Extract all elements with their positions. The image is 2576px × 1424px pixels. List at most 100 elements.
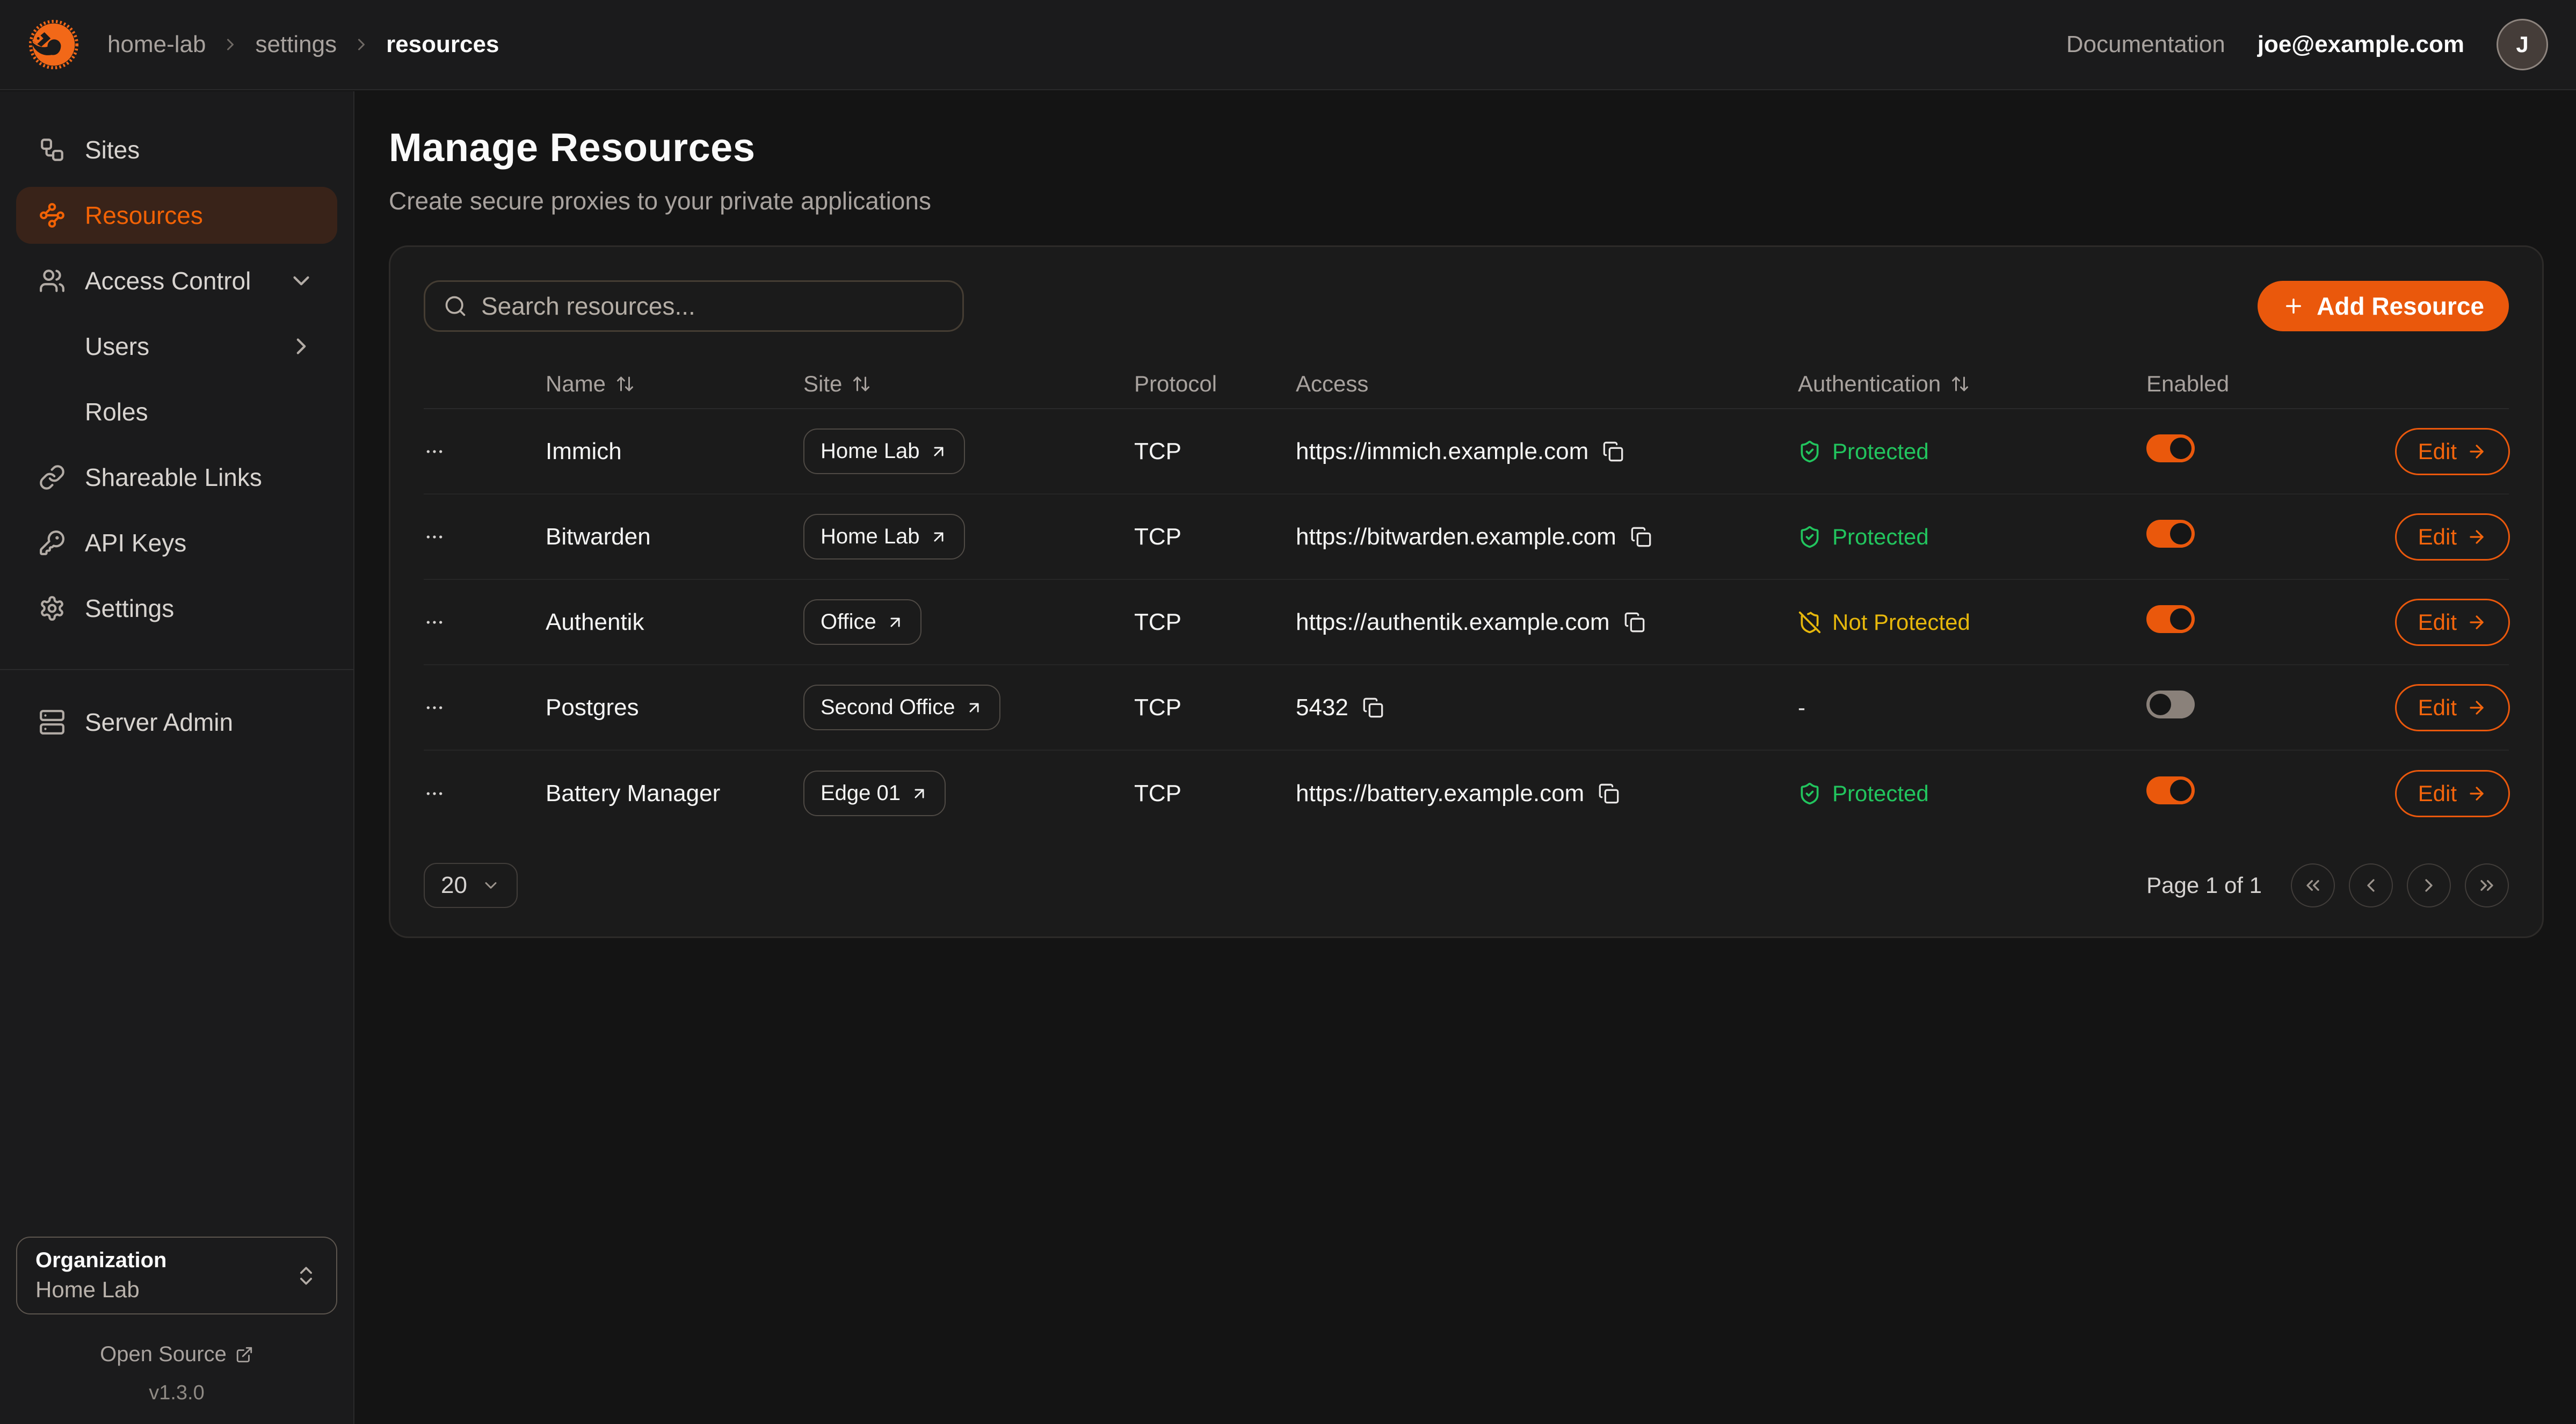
access-value: 5432: [1296, 694, 1348, 721]
open-source-link[interactable]: Open Source: [16, 1342, 337, 1367]
sidebar-item-resources[interactable]: Resources: [16, 187, 337, 244]
breadcrumb-item-org[interactable]: home-lab: [107, 31, 206, 58]
sidebar-item-label: Access Control: [85, 266, 269, 295]
enabled-toggle[interactable]: [2146, 776, 2195, 804]
search-input[interactable]: [481, 292, 944, 321]
row-actions-menu-button[interactable]: [424, 606, 467, 638]
breadcrumb-item-resources[interactable]: resources: [386, 31, 499, 58]
site-cell: Second Office: [803, 685, 1134, 730]
sidebar-item-sites[interactable]: Sites: [16, 121, 337, 178]
row-actions-menu-button[interactable]: [424, 435, 467, 468]
access-cell: https://battery.example.com: [1296, 780, 1798, 807]
sidebar-item-shareable-links[interactable]: Shareable Links: [16, 449, 337, 506]
next-page-button[interactable]: [2407, 863, 2451, 907]
breadcrumb-item-settings[interactable]: settings: [255, 31, 337, 58]
site-link[interactable]: Office: [803, 599, 921, 645]
link-icon: [39, 464, 66, 491]
documentation-link[interactable]: Documentation: [2066, 31, 2225, 58]
chevron-right-icon: [288, 333, 315, 360]
site-label: Office: [821, 610, 876, 634]
arrow-up-right-icon: [886, 613, 904, 631]
authentication-label: Protected: [1832, 781, 1929, 807]
copy-access-button[interactable]: [1598, 783, 1620, 804]
column-header-label: Site: [803, 371, 842, 397]
row-actions-menu-button[interactable]: [424, 692, 467, 724]
page-size-value: 20: [441, 872, 467, 899]
sidebar-item-server-admin[interactable]: Server Admin: [16, 694, 337, 751]
edit-button[interactable]: Edit: [2395, 770, 2510, 817]
arrow-up-right-icon: [930, 442, 948, 461]
authentication-status: Protected: [1798, 524, 2146, 550]
site-label: Home Lab: [821, 439, 920, 463]
sidebar-item-roles[interactable]: Roles: [16, 383, 337, 440]
edit-button[interactable]: Edit: [2395, 513, 2510, 561]
row-actions-menu-button[interactable]: [424, 521, 467, 553]
enabled-cell: [2146, 605, 2376, 639]
sort-icon: [852, 374, 871, 394]
edit-cell: Edit: [2395, 428, 2510, 475]
avatar[interactable]: J: [2497, 19, 2548, 70]
site-link[interactable]: Edge 01: [803, 771, 946, 816]
last-page-button[interactable]: [2465, 863, 2509, 907]
sidebar-item-settings[interactable]: Settings: [16, 580, 337, 637]
edit-button[interactable]: Edit: [2395, 428, 2510, 475]
arrow-up-right-icon: [930, 528, 948, 546]
sidebar-bottom: Organization Home Lab Open Source v1.3.0: [0, 1237, 353, 1424]
chevron-right-icon: [352, 35, 371, 54]
column-header-site[interactable]: Site: [803, 371, 1134, 397]
enabled-cell: [2146, 691, 2376, 724]
enabled-toggle[interactable]: [2146, 691, 2195, 718]
page-info: Page 1 of 1: [2146, 873, 2262, 898]
access-value: https://immich.example.com: [1296, 438, 1588, 465]
more-horizontal-icon: [424, 441, 445, 462]
key-icon: [39, 529, 66, 556]
table-toolbar: Add Resource: [424, 280, 2509, 332]
column-header-name[interactable]: Name: [546, 371, 803, 397]
copy-access-button[interactable]: [1362, 697, 1384, 718]
column-header-label: Enabled: [2146, 371, 2229, 397]
chevron-left-icon: [2360, 875, 2382, 896]
site-link[interactable]: Home Lab: [803, 428, 965, 474]
authentication-label: Not Protected: [1832, 609, 1970, 635]
arrow-right-icon: [2466, 698, 2487, 718]
column-header-authentication[interactable]: Authentication: [1798, 371, 2146, 397]
table-row: AuthentikOfficeTCPhttps://authentik.exam…: [424, 580, 2509, 665]
enabled-toggle[interactable]: [2146, 434, 2195, 462]
copy-access-button[interactable]: [1624, 612, 1645, 633]
edit-button[interactable]: Edit: [2395, 684, 2510, 731]
organization-label: Organization: [35, 1248, 294, 1273]
site-link[interactable]: Home Lab: [803, 514, 965, 560]
pangolin-logo-icon[interactable]: [28, 19, 79, 70]
chevrons-up-down-icon: [294, 1264, 318, 1288]
chevrons-right-icon: [2476, 875, 2498, 896]
copy-access-button[interactable]: [1602, 441, 1624, 462]
copy-icon: [1362, 697, 1384, 718]
column-header-label: Access: [1296, 371, 1368, 397]
copy-icon: [1598, 783, 1620, 804]
edit-button[interactable]: Edit: [2395, 599, 2510, 646]
sidebar-item-label: Settings: [85, 594, 315, 623]
sidebar-item-api-keys[interactable]: API Keys: [16, 514, 337, 571]
column-header-label: Protocol: [1134, 371, 1217, 397]
enabled-toggle[interactable]: [2146, 520, 2195, 548]
sort-icon: [615, 374, 635, 394]
site-link[interactable]: Second Office: [803, 685, 1000, 730]
page-size-select[interactable]: 20: [424, 863, 518, 908]
prev-page-button[interactable]: [2349, 863, 2393, 907]
row-actions-menu-button[interactable]: [424, 778, 467, 810]
shield-check-icon: [1798, 782, 1822, 805]
add-resource-button[interactable]: Add Resource: [2258, 281, 2509, 331]
enabled-toggle[interactable]: [2146, 605, 2195, 633]
first-page-button[interactable]: [2291, 863, 2335, 907]
sidebar-item-access-control[interactable]: Access Control: [16, 252, 337, 309]
more-horizontal-icon: [424, 526, 445, 548]
version-label: v1.3.0: [16, 1382, 337, 1405]
copy-access-button[interactable]: [1630, 526, 1652, 548]
authentication-status: Protected: [1798, 781, 2146, 807]
protocol-value: TCP: [1134, 780, 1296, 807]
row-menu-cell: [424, 521, 546, 553]
users-icon: [39, 267, 66, 294]
sidebar-item-users[interactable]: Users: [16, 318, 337, 375]
user-email[interactable]: joe@example.com: [2258, 31, 2464, 58]
organization-selector[interactable]: Organization Home Lab: [16, 1237, 337, 1314]
